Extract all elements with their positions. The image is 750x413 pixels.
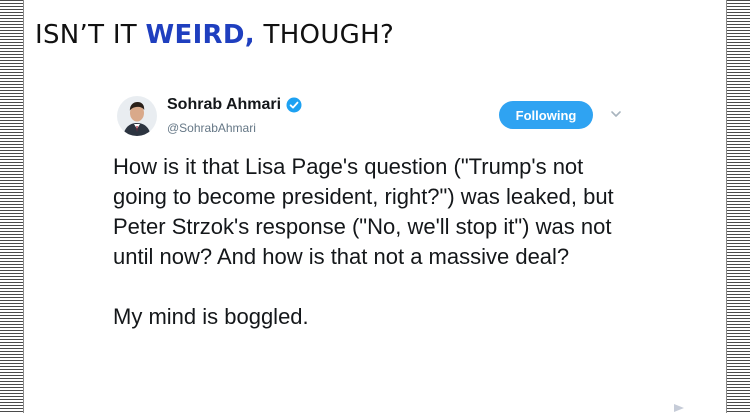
slide: ISN’T IT WEIRD, THOUGH? Sohrab Ahmari @S	[25, 0, 725, 413]
avatar-portrait	[117, 96, 157, 136]
headline-emphasis: WEIRD,	[145, 20, 255, 50]
right-film-border	[726, 0, 750, 413]
tweet-paragraph: How is it that Lisa Page's question ("Tr…	[113, 154, 614, 269]
following-button[interactable]: Following	[499, 101, 593, 129]
embedded-tweet: Sohrab Ahmari @SohrabAhmari Following Ho…	[85, 80, 665, 413]
next-arrow-icon[interactable]	[673, 402, 685, 413]
chevron-down-icon[interactable]	[609, 107, 623, 121]
slide-headline: ISN’T IT WEIRD, THOUGH?	[35, 20, 394, 50]
avatar[interactable]	[117, 96, 157, 136]
author-handle[interactable]: @SohrabAhmari	[167, 121, 256, 135]
tweet-body: How is it that Lisa Page's question ("Tr…	[113, 152, 633, 332]
headline-prefix: ISN’T IT	[35, 20, 146, 50]
author-name-row: Sohrab Ahmari	[167, 96, 302, 114]
left-film-border	[0, 0, 24, 413]
verified-badge-icon	[286, 97, 302, 113]
tweet-paragraph: My mind is boggled.	[113, 304, 309, 329]
headline-suffix: THOUGH?	[254, 20, 395, 50]
author-display-name[interactable]: Sohrab Ahmari	[167, 96, 281, 114]
